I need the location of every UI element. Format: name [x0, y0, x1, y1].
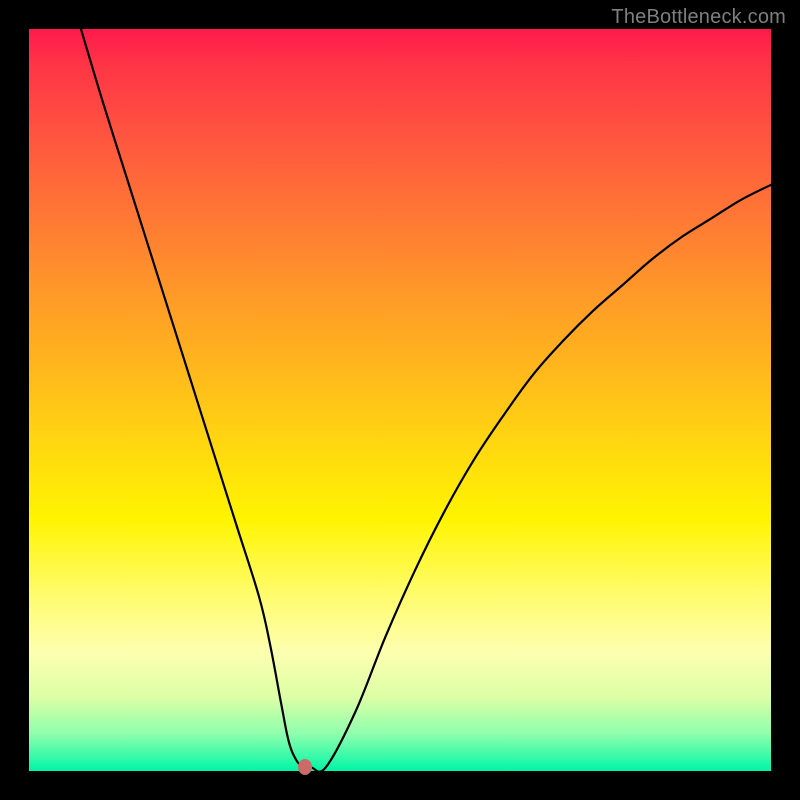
optimal-point-marker [298, 759, 312, 775]
chart-frame: TheBottleneck.com [0, 0, 800, 800]
watermark-text: TheBottleneck.com [611, 6, 786, 29]
bottleneck-curve [29, 29, 771, 771]
chart-plot-area [29, 29, 771, 771]
